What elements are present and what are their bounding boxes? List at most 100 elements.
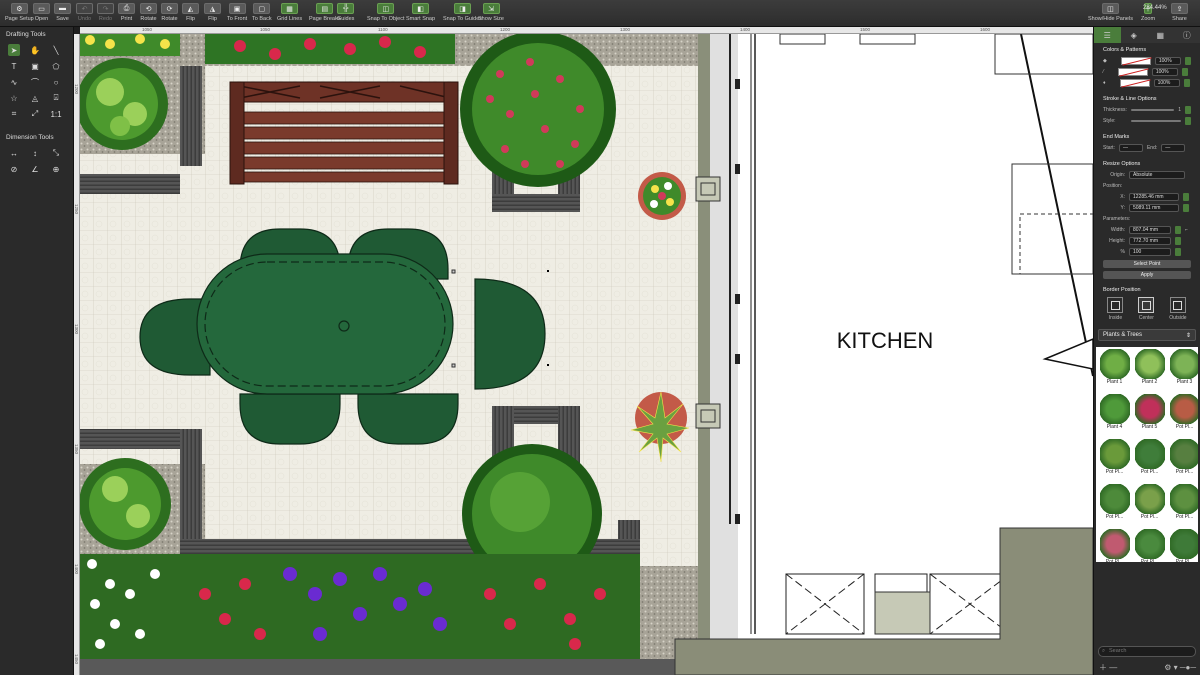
x-position-field[interactable]: 12285.46 mm	[1129, 192, 1179, 201]
tool-crop-icon[interactable]: ⌗	[8, 108, 20, 120]
drawing-canvas[interactable]: KITCHEN	[80, 34, 1093, 675]
dim-vertical-icon[interactable]: ↕	[29, 147, 41, 159]
library-item[interactable]: Pot Pl...	[1133, 482, 1166, 525]
library-item[interactable]: Pot Pl...	[1168, 392, 1198, 435]
tool-bezier-icon[interactable]: ⌒	[29, 76, 41, 88]
guides-button[interactable]: ╬ Guides	[337, 3, 354, 25]
tool-star-icon[interactable]: ☆	[8, 92, 20, 104]
library-item[interactable]: Pot Pl...	[1133, 527, 1166, 562]
border-inside-option[interactable]: Inside	[1107, 297, 1124, 321]
library-item[interactable]: Pot Pl...	[1168, 437, 1198, 480]
open-button[interactable]: ▭ Open	[33, 3, 50, 25]
sliders-tab-icon[interactable]: ☰	[1094, 27, 1121, 43]
dim-diagonal-icon[interactable]: ⤡	[50, 147, 62, 159]
apply-button[interactable]: Apply	[1103, 271, 1191, 279]
tool-polygon-icon[interactable]: ⬠	[50, 60, 62, 72]
info-tab-icon[interactable]: ⓘ	[1174, 27, 1200, 43]
origin-select[interactable]: Absolute	[1129, 170, 1185, 179]
end-mark-select[interactable]: —	[1161, 143, 1186, 152]
grid-button[interactable]: ▦ Grid Lines	[277, 3, 302, 25]
flip-horizontal-button[interactable]: ◭ Flip	[182, 3, 199, 25]
thickness-stepper[interactable]	[1185, 105, 1191, 114]
thickness-slider[interactable]	[1131, 108, 1175, 111]
library-item[interactable]: Plant 5	[1133, 392, 1166, 435]
library-item[interactable]: Pot Pl...	[1098, 482, 1131, 525]
border-center-option[interactable]: Center	[1138, 297, 1155, 321]
layers-tab-icon[interactable]: ◈	[1121, 27, 1148, 43]
rotate-right-button[interactable]: ⟳ Rotate	[161, 3, 178, 25]
tool-ratio-icon[interactable]: 1:1	[50, 108, 62, 120]
percent-field[interactable]: 100	[1129, 247, 1171, 256]
border-outside-option[interactable]: Outside	[1169, 297, 1187, 321]
start-mark-select[interactable]: —	[1118, 143, 1143, 152]
library-item[interactable]: Plant 4	[1098, 392, 1131, 435]
library-item[interactable]: Plant 3	[1168, 347, 1198, 390]
fill-opacity-field[interactable]: 100%	[1154, 56, 1181, 65]
library-search-input[interactable]: ⌕ Search	[1098, 646, 1196, 657]
smart-snap-button[interactable]: ◧ Smart Snap	[406, 3, 435, 25]
dim-diameter-icon[interactable]: ⊘	[8, 163, 20, 175]
tool-text-icon[interactable]: T	[8, 60, 20, 72]
shadow-color-swatch[interactable]	[1119, 78, 1150, 87]
snap-guides-button[interactable]: ◨ Snap To Guides	[443, 3, 482, 25]
save-button[interactable]: ▬ Save	[54, 3, 71, 25]
line-opacity-field[interactable]: 100%	[1151, 67, 1178, 76]
tool-curve-icon[interactable]: ∿	[8, 76, 20, 88]
library-item[interactable]: Pot Pl...	[1168, 527, 1198, 562]
dim-point-icon[interactable]: ⊕	[50, 163, 62, 175]
tool-line-icon[interactable]: ╲	[50, 44, 62, 56]
fill-stepper[interactable]	[1184, 56, 1191, 65]
tool-flame-icon[interactable]: ◬	[29, 92, 41, 104]
garden-plan[interactable]: KITCHEN	[80, 34, 1093, 675]
share-button[interactable]: ⇪ Share	[1171, 3, 1188, 25]
style-stepper[interactable]	[1185, 116, 1191, 125]
print-button[interactable]: ⎙ Print	[118, 3, 135, 25]
gear-button[interactable]: ⚙ Page Setup	[5, 3, 34, 25]
select-point-button[interactable]: Select Point	[1103, 260, 1191, 268]
library-item[interactable]: Pot Pl...	[1133, 437, 1166, 480]
height-stepper[interactable]	[1175, 236, 1181, 245]
line-stepper[interactable]	[1181, 67, 1188, 76]
shadow-stepper[interactable]	[1183, 78, 1190, 87]
show-size-button[interactable]: ⇲ Show Size	[478, 3, 504, 25]
to-back-button[interactable]: ▢ To Back	[252, 3, 272, 25]
width-field[interactable]: 807.04 mm	[1129, 225, 1171, 234]
page-breaks-button[interactable]: ▤ Page Breaks	[309, 3, 341, 25]
library-item[interactable]: Pot Pl...	[1098, 527, 1131, 562]
height-field[interactable]: 772.70 mm	[1129, 236, 1171, 245]
library-item[interactable]: Pot Pl...	[1168, 482, 1198, 525]
dim-horizontal-icon[interactable]: ↔	[8, 147, 20, 159]
to-front-button[interactable]: ▣ To Front	[227, 3, 247, 25]
tool-hand-icon[interactable]: ✋	[29, 44, 41, 56]
style-selector[interactable]	[1131, 119, 1181, 122]
tool-pointer-icon[interactable]: ➤	[8, 44, 20, 56]
x-stepper[interactable]	[1183, 192, 1189, 201]
shadow-opacity-field[interactable]: 100%	[1153, 78, 1180, 87]
tool-image-icon[interactable]: ▣	[29, 60, 41, 72]
add-icon[interactable]: ＋ —	[1099, 662, 1117, 673]
link-icon[interactable]: ⌐	[1185, 227, 1188, 233]
panels-button[interactable]: ◫ Show/Hide Panels	[1088, 3, 1133, 25]
dim-angle-icon[interactable]: ∠	[29, 163, 41, 175]
library-category-select[interactable]: Plants & Trees ⇕	[1098, 329, 1196, 341]
snap-object-button[interactable]: ◫ Snap To Object	[367, 3, 405, 25]
settings-gear-icon[interactable]: ⚙ ▾ ─●─	[1164, 663, 1196, 672]
tool-stamp-icon[interactable]: ⍓	[50, 92, 62, 104]
y-position-field[interactable]: 5089.11 mm	[1129, 203, 1179, 212]
tool-circle-icon[interactable]: ○	[50, 76, 62, 88]
table-tab-icon[interactable]: ▦	[1147, 27, 1174, 43]
fill-color-swatch[interactable]	[1120, 56, 1151, 65]
plant-thumbnail-icon	[1169, 484, 1198, 514]
redo-button[interactable]: ↷ Redo	[97, 3, 114, 25]
y-stepper[interactable]	[1183, 203, 1189, 212]
tool-scale-icon[interactable]: ⤢	[29, 108, 41, 120]
rotate-left-button[interactable]: ⟲ Rotate	[140, 3, 157, 25]
undo-button[interactable]: ↶ Undo	[76, 3, 93, 25]
library-item[interactable]: Plant 2	[1133, 347, 1166, 390]
width-stepper[interactable]	[1175, 225, 1181, 234]
flip-vertical-button[interactable]: ◮ Flip	[204, 3, 221, 25]
library-item[interactable]: Plant 1	[1098, 347, 1131, 390]
library-item[interactable]: Pot Pl...	[1098, 437, 1131, 480]
percent-stepper[interactable]	[1175, 247, 1181, 256]
line-color-swatch[interactable]	[1117, 67, 1148, 76]
